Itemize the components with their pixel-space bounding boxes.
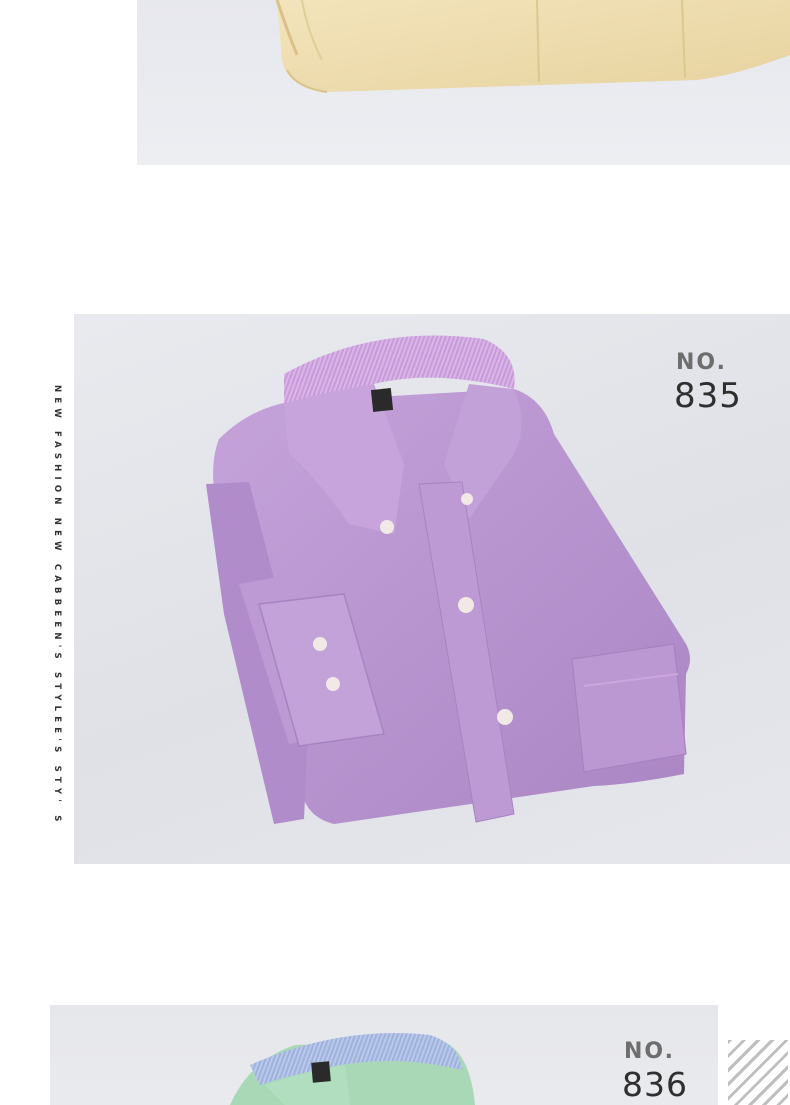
product-image-green-shirt: NO. 836 [50, 1005, 718, 1105]
product-number: 836 [622, 1065, 688, 1104]
yellow-shirt-illustration [275, 0, 790, 93]
slogan-text: NEW FASHION NEW CABBEEN'S STYLEE'S STY' … [52, 385, 62, 827]
product-number-label: NO. [676, 350, 727, 375]
product-image-yellow-shirt [137, 0, 790, 165]
green-shirt-illustration [230, 1033, 475, 1105]
product-image-purple-shirt: NO. 835 [74, 314, 790, 864]
product-number-label: NO. [624, 1039, 675, 1064]
decorative-hatch-pattern [728, 1040, 788, 1105]
vertical-slogan: NEW FASHION NEW CABBEEN'S STYLEE'S STY' … [52, 385, 66, 855]
product-number: 835 [674, 376, 742, 416]
